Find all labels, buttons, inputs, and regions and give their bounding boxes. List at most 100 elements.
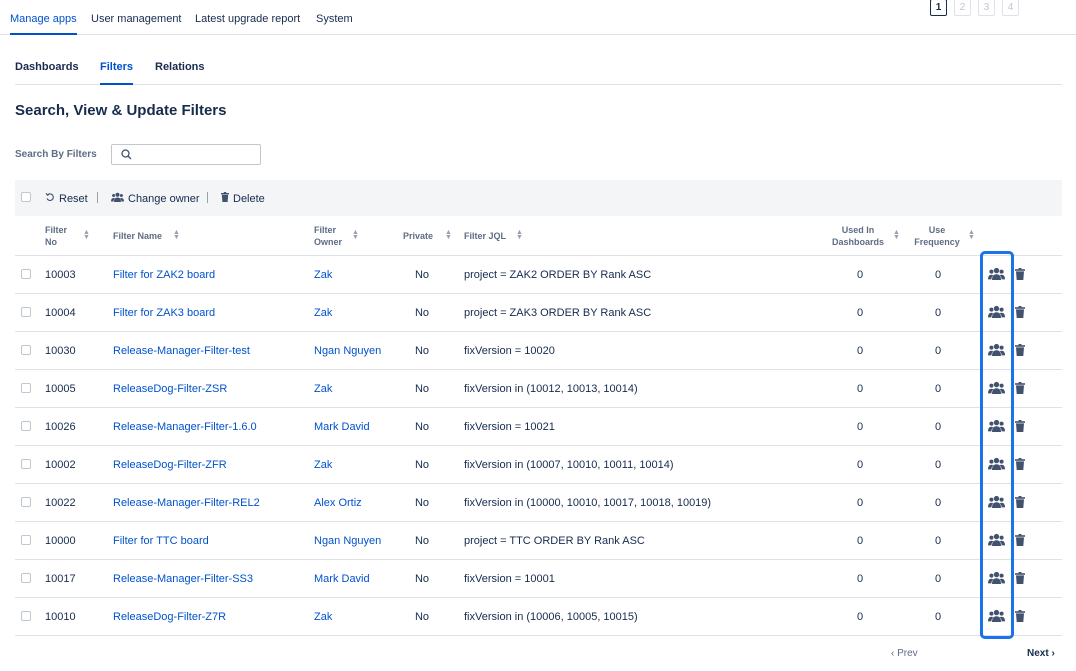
- filter-name-link[interactable]: ReleaseDog-Filter-ZSR: [113, 383, 227, 395]
- private-value: No: [414, 611, 430, 623]
- filter-no: 10002: [45, 459, 76, 471]
- delete-button[interactable]: Delete: [221, 192, 265, 205]
- used-in-dashboards-value: 0: [856, 307, 864, 319]
- sort-icon[interactable]: ▲ ▼: [893, 229, 900, 241]
- row-checkbox[interactable]: [21, 611, 31, 621]
- filter-owner-link[interactable]: Zak: [314, 611, 332, 623]
- search-label: Search By Filters: [15, 149, 97, 160]
- delete-icon[interactable]: [1015, 572, 1025, 587]
- filter-owner-link[interactable]: Zak: [314, 307, 332, 319]
- tab-relations[interactable]: Relations: [155, 61, 205, 73]
- use-frequency-value: 0: [934, 497, 942, 509]
- tab-system[interactable]: System: [316, 13, 353, 25]
- tab-dashboards[interactable]: Dashboards: [15, 61, 79, 73]
- page-4-button[interactable]: 4: [1002, 0, 1019, 16]
- filter-owner-link[interactable]: Mark David: [314, 421, 370, 433]
- column-use-frequency[interactable]: Use Frequency: [907, 224, 967, 248]
- filter-name-link[interactable]: Release-Manager-Filter-SS3: [113, 573, 253, 585]
- sort-icon[interactable]: ▲ ▼: [968, 229, 975, 241]
- row-checkbox[interactable]: [21, 307, 31, 317]
- sort-icon[interactable]: ▲ ▼: [173, 229, 180, 241]
- page-1-button[interactable]: 1: [930, 0, 947, 16]
- filter-no: 10005: [45, 383, 76, 395]
- change-owner-icon[interactable]: [988, 419, 1005, 435]
- sort-icon[interactable]: ▲ ▼: [83, 229, 90, 241]
- filter-name-link[interactable]: Filter for ZAK3 board: [113, 307, 215, 319]
- search-field[interactable]: [111, 144, 261, 165]
- filter-name-link[interactable]: ReleaseDog-Filter-ZFR: [113, 459, 227, 471]
- search-input[interactable]: [138, 147, 256, 162]
- reset-icon: [45, 192, 55, 205]
- change-owner-icon[interactable]: [988, 609, 1005, 625]
- sub-navigation: Dashboards Filters Relations: [15, 45, 1062, 85]
- private-value: No: [414, 459, 430, 471]
- delete-icon[interactable]: [1015, 458, 1025, 473]
- row-checkbox[interactable]: [21, 497, 31, 507]
- page-3-button[interactable]: 3: [978, 0, 995, 16]
- change-owner-icon[interactable]: [988, 343, 1005, 359]
- column-private[interactable]: Private: [403, 230, 433, 242]
- filter-no: 10000: [45, 535, 76, 547]
- tab-manage-apps[interactable]: Manage apps: [10, 13, 77, 35]
- prev-page-button[interactable]: ‹ Prev: [891, 648, 918, 659]
- change-owner-icon[interactable]: [988, 571, 1005, 587]
- filter-name-link[interactable]: Release-Manager-Filter-REL2: [113, 497, 260, 509]
- delete-icon[interactable]: [1015, 534, 1025, 549]
- reset-button[interactable]: Reset: [45, 192, 88, 205]
- filter-name-link[interactable]: Filter for TTC board: [113, 535, 209, 547]
- filter-owner-link[interactable]: Zak: [314, 459, 332, 471]
- filter-no: 10022: [45, 497, 76, 509]
- filter-owner-link[interactable]: Ngan Nguyen: [314, 535, 381, 547]
- delete-icon[interactable]: [1015, 306, 1025, 321]
- change-owner-icon[interactable]: [988, 533, 1005, 549]
- filter-owner-link[interactable]: Mark David: [314, 573, 370, 585]
- filter-jql: project = TTC ORDER BY Rank ASC: [464, 535, 645, 547]
- tab-user-management[interactable]: User management: [91, 13, 182, 25]
- filter-name-link[interactable]: Release-Manager-Filter-1.6.0: [113, 421, 257, 433]
- delete-icon[interactable]: [1015, 382, 1025, 397]
- row-checkbox[interactable]: [21, 269, 31, 279]
- change-owner-button[interactable]: Change owner: [111, 192, 200, 205]
- change-owner-icon[interactable]: [988, 457, 1005, 473]
- column-filter-jql[interactable]: Filter JQL: [464, 230, 506, 242]
- filter-owner-link[interactable]: Zak: [314, 269, 332, 281]
- delete-icon[interactable]: [1015, 268, 1025, 283]
- filter-owner-link[interactable]: Alex Ortiz: [314, 497, 362, 509]
- tab-filters[interactable]: Filters: [100, 61, 134, 85]
- filter-jql: fixVersion = 10001: [464, 573, 555, 585]
- row-checkbox[interactable]: [21, 383, 31, 393]
- column-filter-name[interactable]: Filter Name: [113, 230, 162, 242]
- table-row: 10026 Release-Manager-Filter-1.6.0 Mark Da…: [15, 408, 1062, 446]
- delete-icon[interactable]: [1015, 610, 1025, 625]
- filter-jql: fixVersion in (10006, 10005, 10015): [464, 611, 638, 623]
- filter-name-link[interactable]: Filter for ZAK2 board: [113, 269, 215, 281]
- tab-latest-upgrade-report[interactable]: Latest upgrade report: [195, 13, 300, 25]
- column-filter-owner[interactable]: Filter Owner: [314, 224, 342, 248]
- change-owner-icon[interactable]: [988, 495, 1005, 511]
- next-page-button[interactable]: Next ›: [1027, 648, 1055, 659]
- filter-name-link[interactable]: ReleaseDog-Filter-Z7R: [113, 611, 226, 623]
- change-owner-icon[interactable]: [988, 267, 1005, 283]
- filter-owner-link[interactable]: Zak: [314, 383, 332, 395]
- delete-icon[interactable]: [1015, 496, 1025, 511]
- row-checkbox[interactable]: [21, 535, 31, 545]
- change-owner-icon[interactable]: [988, 305, 1005, 321]
- sort-icon[interactable]: ▲ ▼: [516, 229, 523, 241]
- sort-icon[interactable]: ▲ ▼: [352, 229, 359, 241]
- filter-jql: project = ZAK2 ORDER BY Rank ASC: [464, 269, 652, 281]
- table-header: Filter No ▲ ▼ Filter Name ▲ ▼ Filter Owner…: [15, 216, 1062, 256]
- page-2-button[interactable]: 2: [954, 0, 971, 16]
- filter-owner-link[interactable]: Ngan Nguyen: [314, 345, 381, 357]
- change-owner-icon[interactable]: [988, 381, 1005, 397]
- row-checkbox[interactable]: [21, 345, 31, 355]
- sort-icon[interactable]: ▲ ▼: [445, 229, 452, 241]
- delete-icon[interactable]: [1015, 344, 1025, 359]
- column-filter-no[interactable]: Filter No: [45, 224, 67, 248]
- select-all-checkbox[interactable]: [21, 192, 31, 202]
- row-checkbox[interactable]: [21, 573, 31, 583]
- row-checkbox[interactable]: [21, 459, 31, 469]
- delete-icon[interactable]: [1015, 420, 1025, 435]
- column-used-in-dashboards[interactable]: Used In Dashboards: [825, 224, 891, 248]
- filter-name-link[interactable]: Release-Manager-Filter-test: [113, 345, 250, 357]
- row-checkbox[interactable]: [21, 421, 31, 431]
